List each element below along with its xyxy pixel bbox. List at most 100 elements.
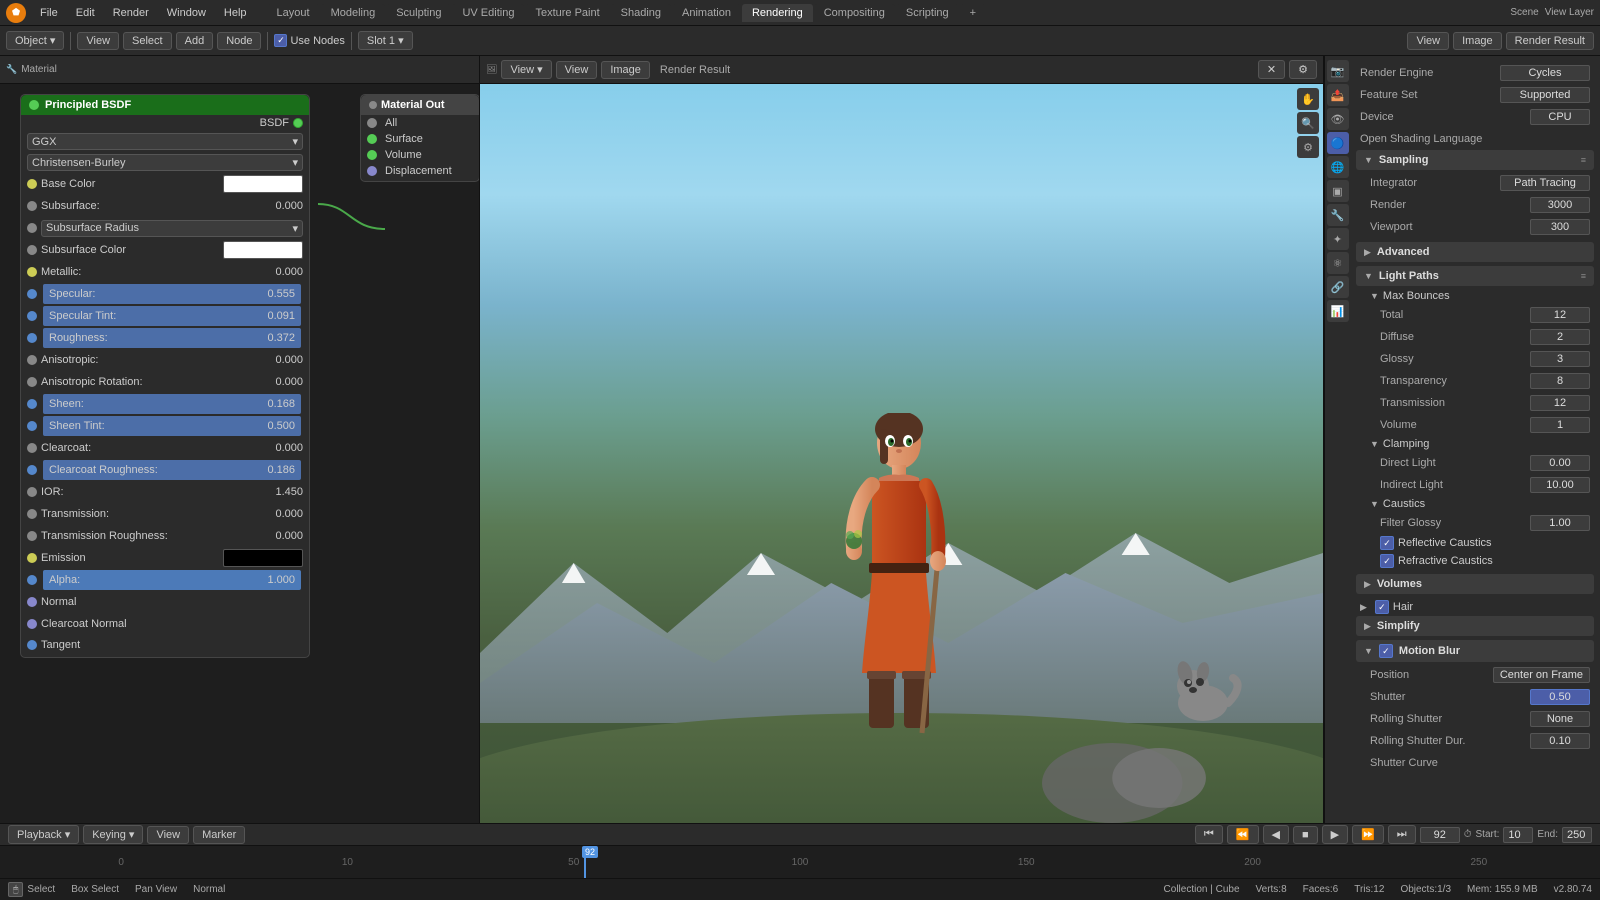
workspace-scripting[interactable]: Scripting bbox=[896, 4, 959, 22]
workspace-add[interactable]: + bbox=[960, 4, 986, 22]
rolling-shutter-dur-value[interactable]: 0.10 bbox=[1530, 733, 1590, 749]
stop-btn[interactable]: ■ bbox=[1293, 826, 1318, 844]
workspace-modeling[interactable]: Modeling bbox=[321, 4, 386, 22]
workspace-uv[interactable]: UV Editing bbox=[452, 4, 524, 22]
side-icon-material[interactable]: 🔵 bbox=[1327, 132, 1349, 154]
side-icon-data[interactable]: 📊 bbox=[1327, 300, 1349, 322]
socket-clearcoat[interactable] bbox=[27, 443, 37, 453]
socket-subsurface-color[interactable] bbox=[27, 245, 37, 255]
position-value[interactable]: Center on Frame bbox=[1493, 667, 1590, 683]
render-image-btn[interactable]: Image bbox=[1453, 32, 1502, 50]
marker-btn[interactable]: Marker bbox=[193, 826, 245, 844]
node-btn[interactable]: Node bbox=[217, 32, 261, 50]
light-paths-header[interactable]: ▼ Light Paths ≡ bbox=[1356, 266, 1594, 286]
bsdf-output-socket[interactable] bbox=[293, 118, 303, 128]
socket-clearcoat-roughness[interactable] bbox=[27, 465, 37, 475]
advanced-header[interactable]: ▶ Advanced bbox=[1356, 242, 1594, 262]
start-frame[interactable]: 10 bbox=[1503, 827, 1533, 843]
volumes-header[interactable]: ▶ Volumes bbox=[1356, 574, 1594, 594]
clearcoat-roughness-bar[interactable]: Clearcoat Roughness:0.186 bbox=[43, 460, 301, 480]
workspace-texture-paint[interactable]: Texture Paint bbox=[525, 4, 609, 22]
roughness-bar[interactable]: Roughness:0.372 bbox=[43, 328, 301, 348]
integrator-value[interactable]: Path Tracing bbox=[1500, 175, 1590, 191]
render-view-btn[interactable]: View bbox=[1407, 32, 1449, 50]
mat-socket-surface[interactable] bbox=[367, 134, 377, 144]
play-btn[interactable]: ▶ bbox=[1322, 825, 1348, 844]
glossy-value[interactable]: 3 bbox=[1530, 351, 1590, 367]
side-icon-object[interactable]: ▣ bbox=[1327, 180, 1349, 202]
socket-subsurface-radius[interactable] bbox=[27, 223, 37, 233]
filter-glossy-value[interactable]: 1.00 bbox=[1530, 515, 1590, 531]
direct-light-value[interactable]: 0.00 bbox=[1530, 455, 1590, 471]
subsurface-method-dropdown[interactable]: Christensen-Burley▾ bbox=[27, 154, 303, 171]
menu-edit[interactable]: Edit bbox=[68, 5, 103, 21]
render-engine-value[interactable]: Cycles bbox=[1500, 65, 1590, 81]
mat-socket-displacement[interactable] bbox=[367, 166, 377, 176]
socket-transmission[interactable] bbox=[27, 509, 37, 519]
socket-metallic[interactable] bbox=[27, 267, 37, 277]
alpha-bar[interactable]: Alpha:1.000 bbox=[43, 570, 301, 590]
workspace-sculpting[interactable]: Sculpting bbox=[386, 4, 451, 22]
current-frame[interactable]: 92 bbox=[1420, 827, 1460, 843]
diffuse-value[interactable]: 2 bbox=[1530, 329, 1590, 345]
side-icon-physics[interactable]: ⚛ bbox=[1327, 252, 1349, 274]
sampling-settings-icon[interactable]: ≡ bbox=[1581, 155, 1586, 165]
light-paths-settings-icon[interactable]: ≡ bbox=[1581, 271, 1586, 281]
socket-anisotropic[interactable] bbox=[27, 355, 37, 365]
side-icon-output[interactable]: 📤 bbox=[1327, 84, 1349, 106]
transparency-value[interactable]: 8 bbox=[1530, 373, 1590, 389]
socket-subsurface[interactable] bbox=[27, 201, 37, 211]
socket-clearcoat-normal[interactable] bbox=[27, 619, 37, 629]
side-icon-render[interactable]: 📷 bbox=[1327, 60, 1349, 82]
workspace-compositing[interactable]: Compositing bbox=[814, 4, 895, 22]
keying-btn[interactable]: Keying ▾ bbox=[83, 825, 143, 844]
mat-socket-volume[interactable] bbox=[367, 150, 377, 160]
jump-start-btn[interactable]: ⏮ bbox=[1195, 825, 1223, 844]
socket-sheen-tint[interactable] bbox=[27, 421, 37, 431]
total-value[interactable]: 12 bbox=[1530, 307, 1590, 323]
slot-dropdown[interactable]: Slot 1 ▾ bbox=[358, 31, 413, 50]
workspace-layout[interactable]: Layout bbox=[267, 4, 320, 22]
side-icon-modifier[interactable]: 🔧 bbox=[1327, 204, 1349, 226]
view-timeline-btn[interactable]: View bbox=[147, 826, 189, 844]
side-icon-constraints[interactable]: 🔗 bbox=[1327, 276, 1349, 298]
subsurface-color-swatch[interactable] bbox=[223, 241, 303, 259]
select-btn[interactable]: Select bbox=[123, 32, 172, 50]
menu-help[interactable]: Help bbox=[216, 5, 255, 21]
menu-window[interactable]: Window bbox=[159, 5, 214, 21]
add-btn[interactable]: Add bbox=[176, 32, 214, 50]
menu-file[interactable]: File bbox=[32, 5, 66, 21]
specular-tint-bar[interactable]: Specular Tint:0.091 bbox=[43, 306, 301, 326]
render-view-settings[interactable]: ⚙ bbox=[1289, 60, 1317, 79]
socket-sheen[interactable] bbox=[27, 399, 37, 409]
timeline-strip[interactable]: 0 10 50 100 150 200 250 92 bbox=[0, 846, 1600, 878]
refractive-caustics-check[interactable]: ✓ bbox=[1380, 554, 1394, 568]
socket-emission[interactable] bbox=[27, 553, 37, 563]
workspace-rendering[interactable]: Rendering bbox=[742, 4, 813, 22]
socket-ior[interactable] bbox=[27, 487, 37, 497]
indirect-light-value[interactable]: 10.00 bbox=[1530, 477, 1590, 493]
step-back-btn[interactable]: ⏪ bbox=[1227, 825, 1259, 844]
workspace-animation[interactable]: Animation bbox=[672, 4, 741, 22]
render-image-btn2[interactable]: Image bbox=[601, 61, 650, 79]
distribution-dropdown[interactable]: GGX▾ bbox=[27, 133, 303, 150]
clamping-header[interactable]: ▼ Clamping bbox=[1366, 436, 1594, 452]
render-view-dropdown[interactable]: View ▾ bbox=[501, 60, 551, 79]
socket-anisotropic-rotation[interactable] bbox=[27, 377, 37, 387]
render-view-view-btn[interactable]: View bbox=[556, 61, 598, 79]
end-frame[interactable]: 250 bbox=[1562, 827, 1592, 843]
side-icon-particles[interactable]: ✦ bbox=[1327, 228, 1349, 250]
reflective-caustics-check[interactable]: ✓ bbox=[1380, 536, 1394, 550]
specular-bar[interactable]: Specular:0.555 bbox=[43, 284, 301, 304]
render-settings-overlay-icon[interactable]: ⚙ bbox=[1297, 136, 1319, 158]
workspace-shading[interactable]: Shading bbox=[611, 4, 671, 22]
transmission-bounces-value[interactable]: 12 bbox=[1530, 395, 1590, 411]
motion-blur-header[interactable]: ▼ ✓ Motion Blur bbox=[1356, 640, 1594, 662]
max-bounces-header[interactable]: ▼ Max Bounces bbox=[1366, 288, 1594, 304]
render-zoom-icon[interactable]: 🔍 bbox=[1297, 112, 1319, 134]
view-btn[interactable]: View bbox=[77, 32, 119, 50]
shutter-value[interactable]: 0.50 bbox=[1530, 689, 1590, 705]
render-hand-icon[interactable]: ✋ bbox=[1297, 88, 1319, 110]
sampling-header[interactable]: ▼ Sampling ≡ bbox=[1356, 150, 1594, 170]
socket-tangent[interactable] bbox=[27, 640, 37, 650]
